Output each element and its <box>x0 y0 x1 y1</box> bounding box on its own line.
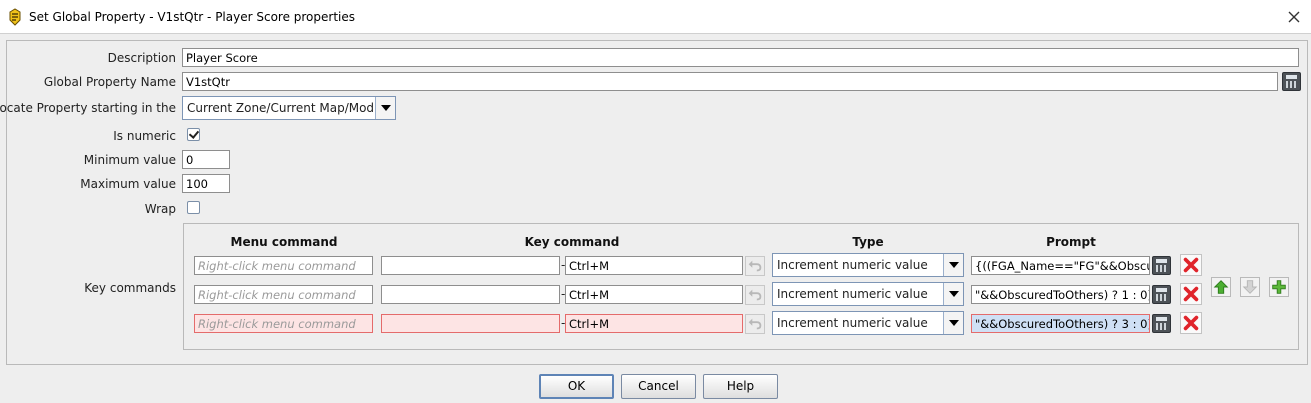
type-dropdown[interactable]: Increment numeric value <box>772 311 964 335</box>
wrap-checkbox[interactable] <box>187 201 200 214</box>
description-label: Description <box>107 51 176 65</box>
move-up-icon[interactable] <box>1211 277 1231 297</box>
numeric-label: Is numeric <box>113 129 176 143</box>
menu-command-field[interactable]: Right-click menu command <box>194 285 373 304</box>
min-label: Minimum value <box>83 153 176 167</box>
key-stroke-field[interactable]: Ctrl+M <box>565 256 743 275</box>
calculator-icon[interactable] <box>1282 72 1301 91</box>
key-name-field[interactable] <box>381 256 560 275</box>
key-name-field[interactable] <box>381 314 560 333</box>
col-header-key: Key command <box>524 235 620 249</box>
window-title: Set Global Property - V1stQtr - Player S… <box>29 10 356 24</box>
locate-label: Locate Property starting in the <box>0 101 176 115</box>
min-value-field[interactable]: 0 <box>182 150 230 169</box>
numeric-checkbox[interactable] <box>187 128 200 141</box>
type-dropdown[interactable]: Increment numeric value <box>772 282 964 306</box>
locate-dropdown[interactable]: Current Zone/Current Map/Module <box>182 96 396 120</box>
app-icon <box>9 8 21 26</box>
max-label: Maximum value <box>80 177 176 191</box>
move-down-icon[interactable] <box>1240 277 1260 297</box>
chevron-down-icon[interactable] <box>943 283 963 305</box>
menu-command-field[interactable]: Right-click menu command <box>194 256 373 275</box>
col-header-prompt: Prompt <box>1046 235 1096 249</box>
undo-icon[interactable] <box>745 256 765 276</box>
menu-command-field[interactable]: Right-click menu command <box>194 314 373 333</box>
chevron-down-icon[interactable] <box>943 312 963 334</box>
key-name-field[interactable] <box>381 285 560 304</box>
undo-icon[interactable] <box>745 285 765 305</box>
cancel-button[interactable]: Cancel <box>621 374 696 399</box>
undo-icon[interactable] <box>745 314 765 334</box>
prompt-field[interactable]: "&&ObscuredToOthers) ? 3 : 0)} <box>971 314 1150 333</box>
close-icon[interactable] <box>1283 6 1305 28</box>
gp-name-field[interactable]: V1stQtr <box>182 72 1278 91</box>
add-icon[interactable] <box>1269 277 1289 297</box>
col-header-menu: Menu command <box>230 235 338 249</box>
col-header-type: Type <box>852 235 884 249</box>
type-value: Increment numeric value <box>777 316 928 330</box>
gp-name-label: Global Property Name <box>43 75 176 89</box>
prompt-field[interactable]: "&&ObscuredToOthers) ? 1 : 0)} <box>971 285 1150 304</box>
chevron-down-icon[interactable] <box>943 254 963 276</box>
calculator-icon[interactable] <box>1152 256 1171 275</box>
title-bar: Set Global Property - V1stQtr - Player S… <box>0 0 1311 34</box>
prompt-field[interactable]: {((FGA_Name=="FG"&&Obscure <box>971 256 1150 275</box>
type-value: Increment numeric value <box>777 258 928 272</box>
help-button[interactable]: Help <box>703 374 778 399</box>
calculator-icon[interactable] <box>1152 314 1171 333</box>
description-field[interactable]: Player Score <box>182 48 1299 67</box>
calculator-icon[interactable] <box>1152 285 1171 304</box>
key-stroke-field[interactable]: Ctrl+M <box>565 314 743 333</box>
type-value: Increment numeric value <box>777 287 928 301</box>
delete-icon[interactable] <box>1180 283 1202 305</box>
delete-icon[interactable] <box>1180 312 1202 334</box>
type-dropdown[interactable]: Increment numeric value <box>772 253 964 277</box>
key-stroke-field[interactable]: Ctrl+M <box>565 285 743 304</box>
chevron-down-icon[interactable] <box>375 97 395 119</box>
wrap-label: Wrap <box>144 202 176 216</box>
ok-button[interactable]: OK <box>539 374 614 399</box>
locate-value: Current Zone/Current Map/Module <box>187 101 393 115</box>
keycommands-label: Key commands <box>84 281 176 295</box>
delete-icon[interactable] <box>1180 254 1202 276</box>
max-value-field[interactable]: 100 <box>182 174 230 193</box>
